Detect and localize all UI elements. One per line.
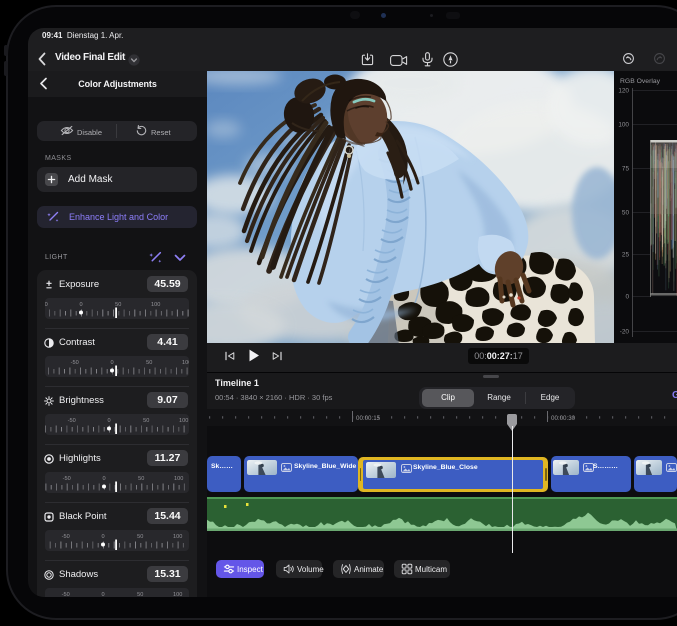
svg-text:100: 100 bbox=[179, 418, 188, 424]
svg-text:0: 0 bbox=[79, 302, 82, 308]
svg-text:-50: -50 bbox=[62, 592, 70, 597]
svg-text:25: 25 bbox=[622, 251, 630, 258]
svg-text:100: 100 bbox=[151, 302, 160, 308]
svg-text:RGB Overlay: RGB Overlay bbox=[620, 78, 661, 85]
svg-text:00:00:30: 00:00:30 bbox=[551, 415, 576, 422]
svg-text:100: 100 bbox=[182, 360, 189, 366]
svg-text:-50: -50 bbox=[62, 534, 70, 540]
svg-text:-50: -50 bbox=[71, 360, 79, 366]
svg-text:50: 50 bbox=[115, 302, 121, 308]
svg-text:100: 100 bbox=[174, 476, 183, 482]
svg-text:50: 50 bbox=[137, 534, 143, 540]
svg-text:100: 100 bbox=[173, 592, 182, 597]
svg-text:0: 0 bbox=[625, 293, 629, 300]
svg-text:75: 75 bbox=[622, 165, 630, 172]
svg-text:50: 50 bbox=[138, 476, 144, 482]
svg-text:50: 50 bbox=[146, 360, 152, 366]
svg-text:50: 50 bbox=[143, 418, 149, 424]
svg-text:0: 0 bbox=[101, 534, 104, 540]
svg-text:100: 100 bbox=[173, 534, 182, 540]
svg-text:-20: -20 bbox=[620, 328, 630, 335]
svg-text:50: 50 bbox=[622, 209, 630, 216]
svg-text:0: 0 bbox=[102, 476, 105, 482]
svg-text:-50: -50 bbox=[63, 476, 71, 482]
svg-text:100: 100 bbox=[618, 121, 629, 128]
svg-text:-50: -50 bbox=[68, 418, 76, 424]
svg-text:0: 0 bbox=[107, 418, 110, 424]
svg-text:50: 50 bbox=[137, 592, 143, 597]
svg-text:0: 0 bbox=[101, 592, 104, 597]
svg-text:0: 0 bbox=[110, 360, 113, 366]
svg-text:00:00:15: 00:00:15 bbox=[356, 415, 381, 422]
svg-text:-50: -50 bbox=[45, 302, 48, 308]
svg-text:120: 120 bbox=[618, 87, 629, 94]
